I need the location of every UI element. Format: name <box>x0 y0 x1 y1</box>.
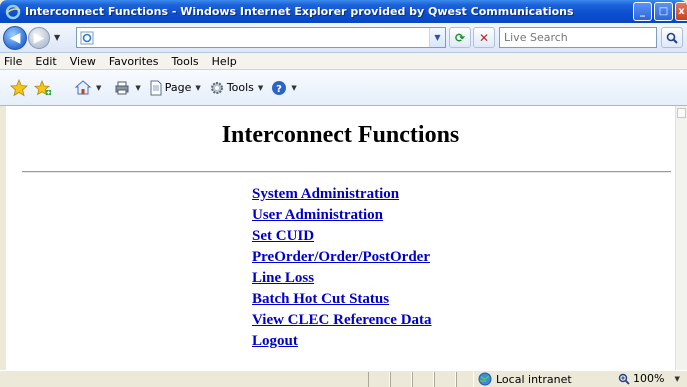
add-favorites-icon[interactable] <box>34 78 52 98</box>
forward-arrow-icon: ▶ <box>33 29 45 46</box>
link-system-administration[interactable]: System Administration <box>252 184 432 205</box>
maximize-button[interactable]: □ <box>654 2 673 21</box>
favorites-star-icon[interactable] <box>10 78 28 98</box>
ie-page-icon <box>80 31 94 44</box>
scrollbar-up-button[interactable] <box>677 108 686 118</box>
help-icon: ? <box>272 80 287 95</box>
refresh-icon: ⟳ <box>454 30 466 45</box>
help-dropdown-icon: ▼ <box>291 83 297 92</box>
zone-label: Local intranet <box>496 372 572 386</box>
back-button[interactable]: ◀ <box>3 25 27 50</box>
navigation-bar: ◀ ▶ ▼ ▼ ⟳ ✕ <box>0 23 687 53</box>
address-box[interactable]: ▼ <box>76 27 446 48</box>
security-zone[interactable]: Local intranet <box>478 372 572 386</box>
address-input[interactable] <box>98 28 429 47</box>
home-icon[interactable] <box>74 78 92 98</box>
vertical-scrollbar[interactable] <box>675 106 687 370</box>
link-preorder-order-postorder[interactable]: PreOrder/Order/PostOrder <box>252 247 432 268</box>
menu-favorites[interactable]: Favorites <box>109 55 159 68</box>
link-line-loss[interactable]: Line Loss <box>252 268 432 289</box>
refresh-button[interactable]: ⟳ <box>449 27 471 48</box>
window-controls: _ □ x <box>633 2 687 21</box>
print-dropdown-icon[interactable]: ▼ <box>135 84 140 92</box>
link-user-administration[interactable]: User Administration <box>252 205 432 226</box>
magnifier-icon <box>666 32 678 44</box>
tools-dropdown-icon: ▼ <box>257 83 264 92</box>
search-input[interactable] <box>500 31 656 44</box>
function-links: System Administration User Administratio… <box>252 184 432 352</box>
address-dropdown-button[interactable]: ▼ <box>429 28 445 47</box>
close-button[interactable]: x <box>675 2 687 21</box>
link-set-cuid[interactable]: Set CUID <box>252 226 432 247</box>
status-cell <box>456 371 474 387</box>
print-icon[interactable] <box>113 78 131 98</box>
page-menu-button[interactable]: Page ▼ <box>149 78 201 98</box>
zoom-dropdown-icon: ▼ <box>674 374 680 383</box>
zoom-level: 100% <box>633 372 665 385</box>
link-batch-hot-cut-status[interactable]: Batch Hot Cut Status <box>252 289 432 310</box>
back-arrow-icon: ◀ <box>9 29 21 46</box>
page-title: Interconnect Functions <box>221 122 460 148</box>
stop-icon: ✕ <box>478 30 490 45</box>
title-bar: Interconnect Functions - Windows Interne… <box>0 0 687 23</box>
menu-edit[interactable]: Edit <box>35 55 56 68</box>
ie-logo-icon <box>5 4 21 19</box>
window-title: Interconnect Functions - Windows Interne… <box>25 5 574 18</box>
forward-button[interactable]: ▶ <box>28 26 50 49</box>
page-dropdown-icon: ▼ <box>195 83 201 92</box>
horizontal-rule <box>22 171 671 173</box>
intranet-globe-icon <box>478 372 492 386</box>
command-bar: ▼ ▼ Page ▼ Tools ▼ ? ▼ <box>0 70 687 106</box>
help-menu-button[interactable]: ? ▼ <box>271 78 297 98</box>
menu-tools[interactable]: Tools <box>172 55 199 68</box>
status-cell <box>434 371 456 387</box>
search-box[interactable] <box>499 27 657 48</box>
page-content: Interconnect Functions System Administra… <box>6 106 675 370</box>
history-dropdown-icon[interactable]: ▼ <box>54 33 60 42</box>
menu-bar: File Edit View Favorites Tools Help <box>0 53 687 70</box>
svg-text:?: ? <box>276 84 282 95</box>
menu-view[interactable]: View <box>70 55 96 68</box>
zoom-icon <box>618 373 630 385</box>
link-logout[interactable]: Logout <box>252 331 432 352</box>
link-view-clec-reference-data[interactable]: View CLEC Reference Data <box>252 310 432 331</box>
search-button[interactable] <box>661 27 683 48</box>
home-dropdown-icon[interactable]: ▼ <box>96 84 101 92</box>
minimize-button[interactable]: _ <box>633 2 652 21</box>
status-cell <box>390 371 412 387</box>
menu-file[interactable]: File <box>4 55 22 68</box>
stop-button[interactable]: ✕ <box>473 27 495 48</box>
tools-menu-button[interactable]: Tools ▼ <box>209 78 264 98</box>
status-cell <box>412 371 434 387</box>
gear-icon <box>210 81 223 94</box>
status-bar: Local intranet 100% ▼ <box>0 370 687 387</box>
tools-menu-label: Tools <box>226 81 254 94</box>
menu-help[interactable]: Help <box>212 55 237 68</box>
page-menu-label: Page <box>164 81 192 94</box>
zoom-control[interactable]: 100% ▼ <box>618 372 680 385</box>
page-icon <box>150 80 162 95</box>
status-cell <box>368 371 390 387</box>
